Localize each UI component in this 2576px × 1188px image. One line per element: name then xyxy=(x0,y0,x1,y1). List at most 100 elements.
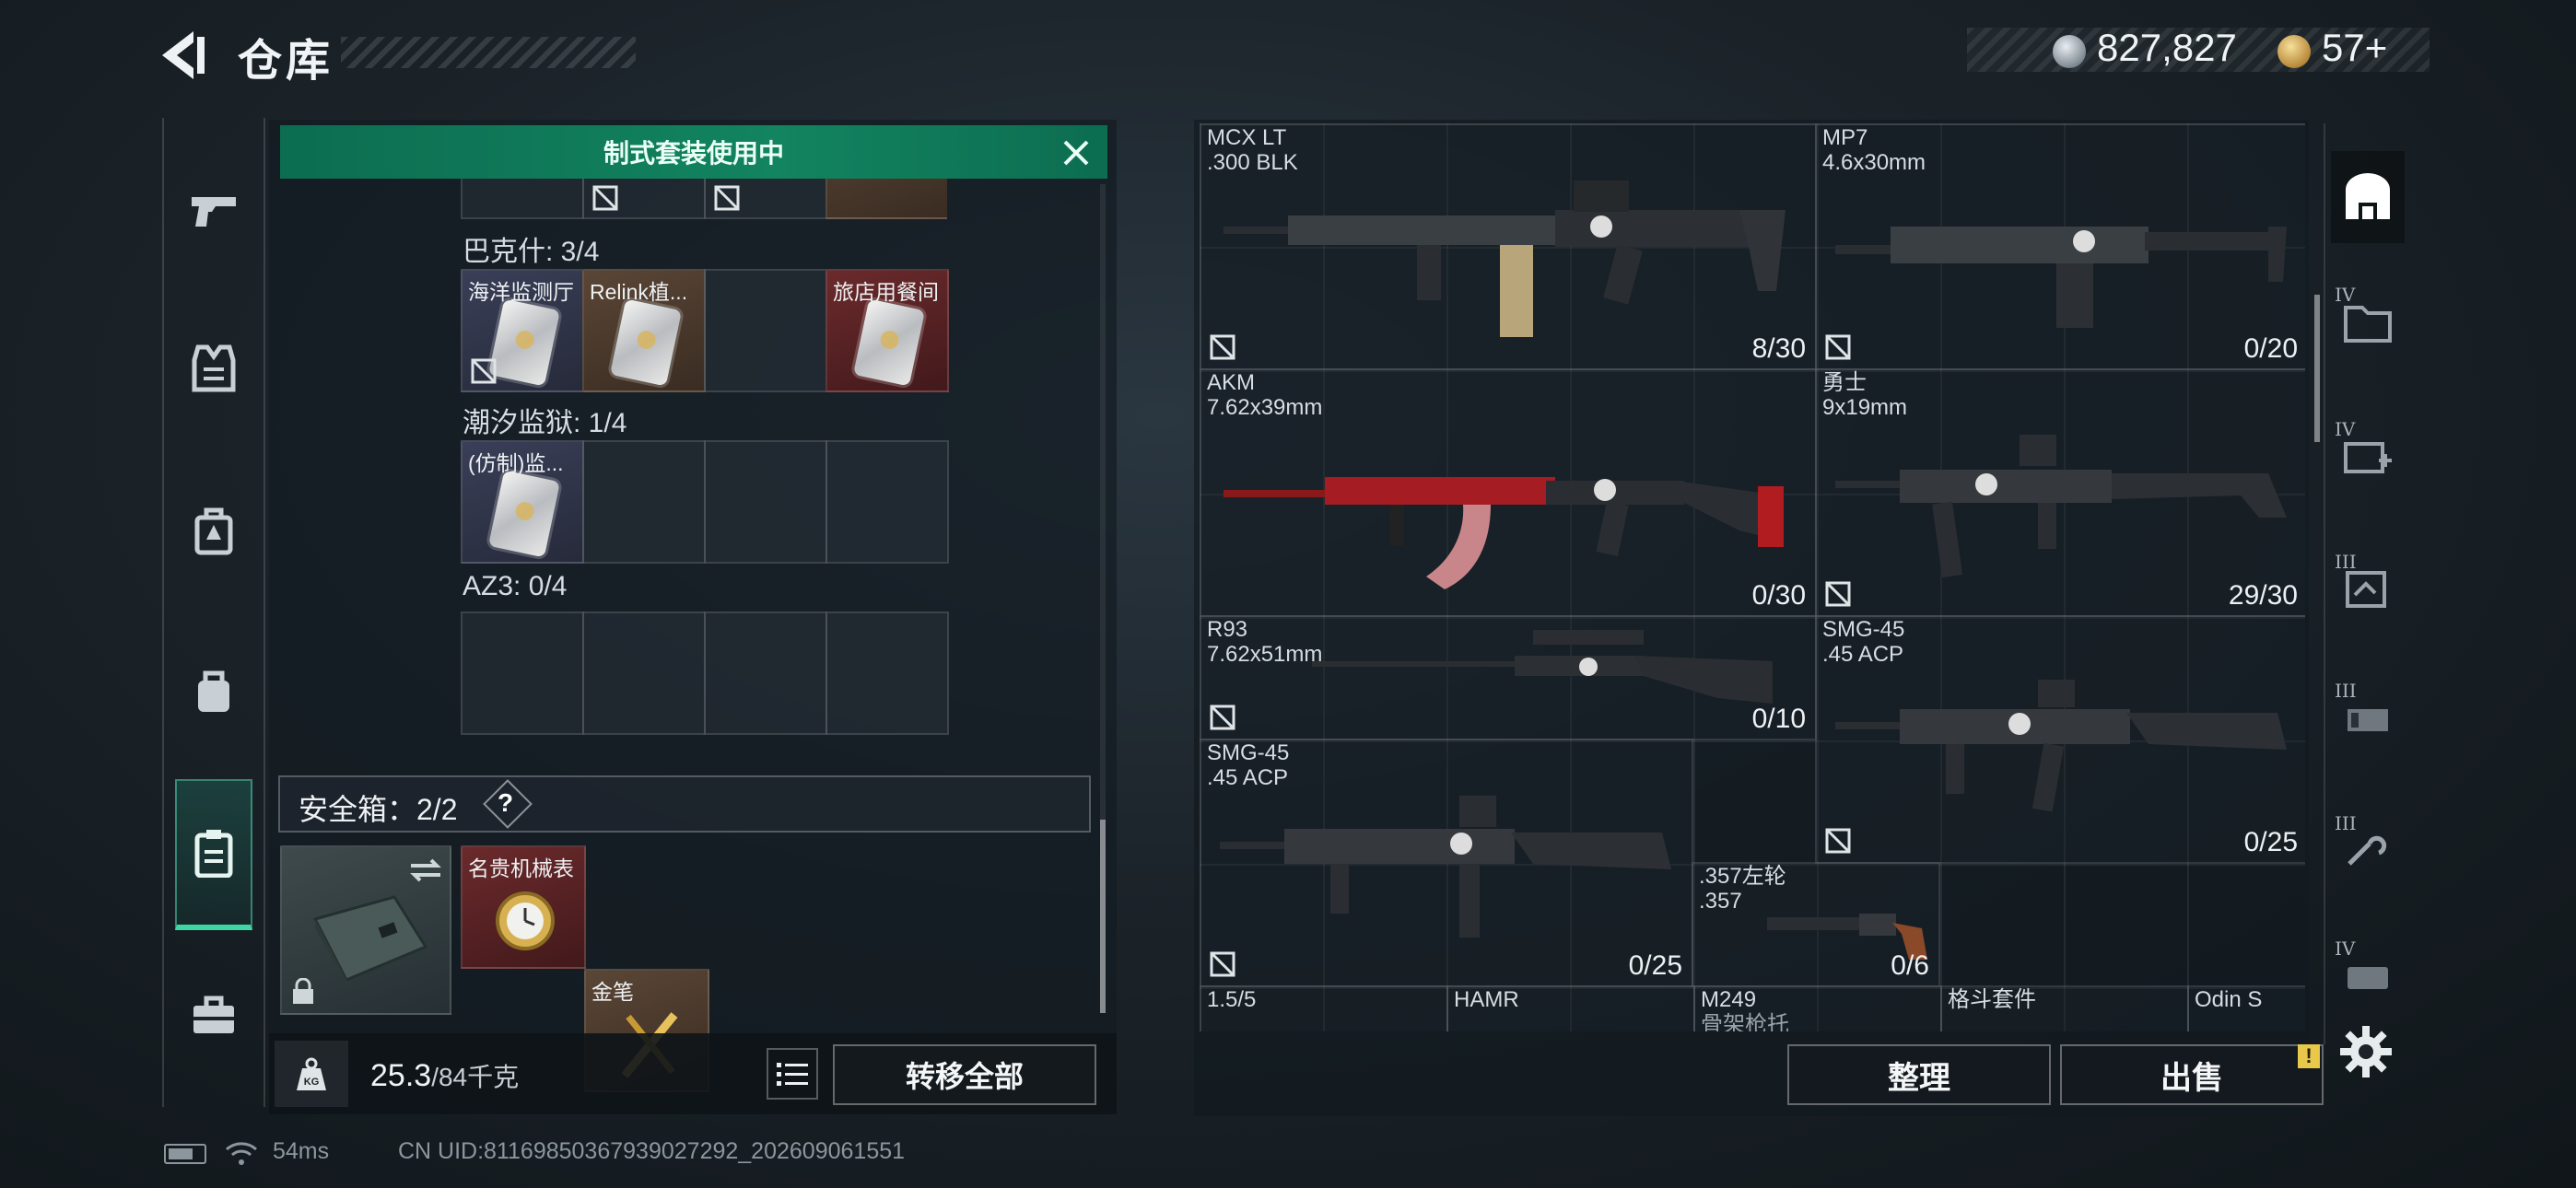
title-decoration xyxy=(341,37,636,68)
watch-image xyxy=(496,891,555,950)
weapon-item[interactable]: SMG-45.45 ACP 0/25 xyxy=(1815,615,2305,864)
locked-icon xyxy=(1210,334,1235,360)
tier-label: IV xyxy=(2335,938,2356,960)
tab-keys[interactable] xyxy=(175,779,252,930)
category-tab-rail xyxy=(162,118,265,1107)
tab-weapons[interactable] xyxy=(175,155,252,265)
locked-icon xyxy=(592,185,618,211)
key-slot-empty[interactable] xyxy=(582,611,706,735)
weight-icon-box: KG xyxy=(275,1041,348,1107)
key-item[interactable]: 旅店用餐间 xyxy=(825,269,949,392)
weapon-item[interactable]: MP7 4.6x30mm 0/20 xyxy=(1815,123,2305,370)
stash-grid: MCX LT .300 BLK 8/30 MP7 4.6x30mm 0/20 A… xyxy=(1200,123,2305,1031)
silver-coin-amount: 827,827 xyxy=(2097,26,2237,69)
back-button[interactable] xyxy=(157,28,221,83)
ammo-count: 0/6 xyxy=(1891,950,1929,981)
transfer-all-button[interactable]: 转移全部 xyxy=(833,1044,1096,1105)
left-scrollbar-thumb[interactable] xyxy=(1100,820,1106,1013)
all-items-icon xyxy=(2346,173,2390,219)
sniper-image xyxy=(1312,630,1773,704)
key-slot-empty[interactable] xyxy=(704,269,827,392)
filter-all[interactable] xyxy=(2331,151,2405,243)
key-group-label: 潮汐监狱: 1/4 xyxy=(463,408,627,438)
sell-button[interactable]: 出售 xyxy=(2060,1044,2324,1105)
locked-icon xyxy=(471,358,497,384)
gold-coin-icon xyxy=(2277,35,2311,68)
close-icon xyxy=(1063,140,1089,166)
tab-chest-rig[interactable] xyxy=(175,475,252,586)
smg-image xyxy=(1220,796,1671,938)
folder-icon xyxy=(2344,306,2392,343)
key-item[interactable]: (仿制)监... xyxy=(461,440,584,564)
weapon-item[interactable]: AKM 7.62x39mm 0/30 xyxy=(1200,368,1817,617)
misc-icon xyxy=(2348,967,2388,989)
weapon-item[interactable]: SMG-45.45 ACP 0/25 xyxy=(1200,739,1693,987)
key-item[interactable]: 海洋监测厅 xyxy=(461,269,584,392)
keycard-image xyxy=(852,298,926,387)
weapon-name: R93 7.62x51mm xyxy=(1207,617,1323,667)
weapon-item[interactable]: R93 7.62x51mm 0/10 xyxy=(1200,615,1817,740)
filter-tier-iv-medical[interactable]: IV xyxy=(2331,411,2405,503)
tab-tools[interactable] xyxy=(175,960,252,1070)
tier-label: III xyxy=(2335,680,2357,702)
key-item-name: 旅店用餐间 xyxy=(833,280,939,304)
key-slot-empty[interactable] xyxy=(461,611,584,735)
battery-icon xyxy=(164,1144,206,1164)
right-scrollbar-thumb[interactable] xyxy=(2314,295,2320,442)
weight-capacity: /84千克 xyxy=(431,1063,520,1091)
gold-coin-amount[interactable]: 57+ xyxy=(2322,26,2387,70)
key-group-label: 巴克什: 3/4 xyxy=(463,237,600,267)
settings-button[interactable] xyxy=(2336,1022,2395,1081)
sort-button[interactable]: 整理 xyxy=(1787,1044,2051,1105)
weapon-item[interactable]: 勇士 9x19mm 29/30 xyxy=(1815,368,2305,617)
list-view-button[interactable] xyxy=(767,1048,818,1100)
tab-armor[interactable] xyxy=(175,313,252,424)
ammo-count: 0/25 xyxy=(2243,827,2298,857)
locked-icon xyxy=(1825,828,1851,854)
weapon-item[interactable]: .357左轮 .357 0/6 xyxy=(1692,862,1940,987)
ping-readout: 54ms xyxy=(273,1138,330,1164)
key-group-grid xyxy=(461,611,949,735)
tab-backpack[interactable] xyxy=(175,635,252,746)
banner-close-button[interactable] xyxy=(1058,134,1095,171)
banner-text: 制式套装使用中 xyxy=(603,139,784,168)
backpack-icon xyxy=(198,670,229,712)
key-item[interactable]: Relink植... xyxy=(582,269,706,392)
attachment-item[interactable]: 1.5/5 xyxy=(1200,985,1448,1031)
list-icon xyxy=(777,1063,808,1086)
attachment-name: HAMR xyxy=(1454,987,1519,1012)
filter-tier-iv-misc[interactable]: IV xyxy=(2331,930,2405,1022)
ammo-count: 0/30 xyxy=(1751,580,1806,611)
locked-icon xyxy=(714,185,740,211)
safe-box-container[interactable] xyxy=(280,845,451,1015)
ammo-count: 0/10 xyxy=(1751,704,1806,734)
safe-item-name: 名贵机械表 xyxy=(468,856,574,880)
filter-tier-iii-tools[interactable]: III xyxy=(2331,805,2405,897)
safe-item-name: 金笔 xyxy=(591,980,634,1004)
wifi-icon xyxy=(226,1142,257,1165)
attachment-item[interactable]: HAMR xyxy=(1446,985,1695,1031)
key-slot-empty[interactable] xyxy=(825,440,949,564)
tier-label: IV xyxy=(2335,284,2356,306)
attachment-item[interactable]: Odin S xyxy=(2187,985,2305,1031)
page-title: 仓库 xyxy=(238,37,334,86)
clipboard-icon xyxy=(194,830,233,878)
filter-tier-iii-ammo[interactable]: III xyxy=(2331,672,2405,764)
tier-label: III xyxy=(2335,551,2357,573)
filter-tier-iv-containers[interactable]: IV xyxy=(2331,276,2405,368)
attachment-item[interactable]: 格斗套件 xyxy=(1940,985,2189,1031)
key-slot-empty[interactable] xyxy=(704,440,827,564)
key-slot-empty[interactable] xyxy=(582,440,706,564)
help-question-mark: ? xyxy=(498,788,514,817)
key-slot-empty[interactable] xyxy=(825,611,949,735)
keycard-image xyxy=(609,298,683,387)
weapon-item[interactable]: MCX LT .300 BLK 8/30 xyxy=(1200,123,1817,370)
attachment-name: M249 骨架枪托 xyxy=(1701,987,1789,1031)
swap-icon xyxy=(410,858,441,882)
attachment-item[interactable]: M249 骨架枪托 xyxy=(1693,985,1942,1031)
tier-label: III xyxy=(2335,812,2357,834)
ammo-count: 0/25 xyxy=(1628,950,1682,981)
filter-tier-iii-documents[interactable]: III xyxy=(2331,543,2405,635)
safe-item[interactable]: 名贵机械表 xyxy=(461,845,586,969)
key-slot-empty[interactable] xyxy=(704,611,827,735)
